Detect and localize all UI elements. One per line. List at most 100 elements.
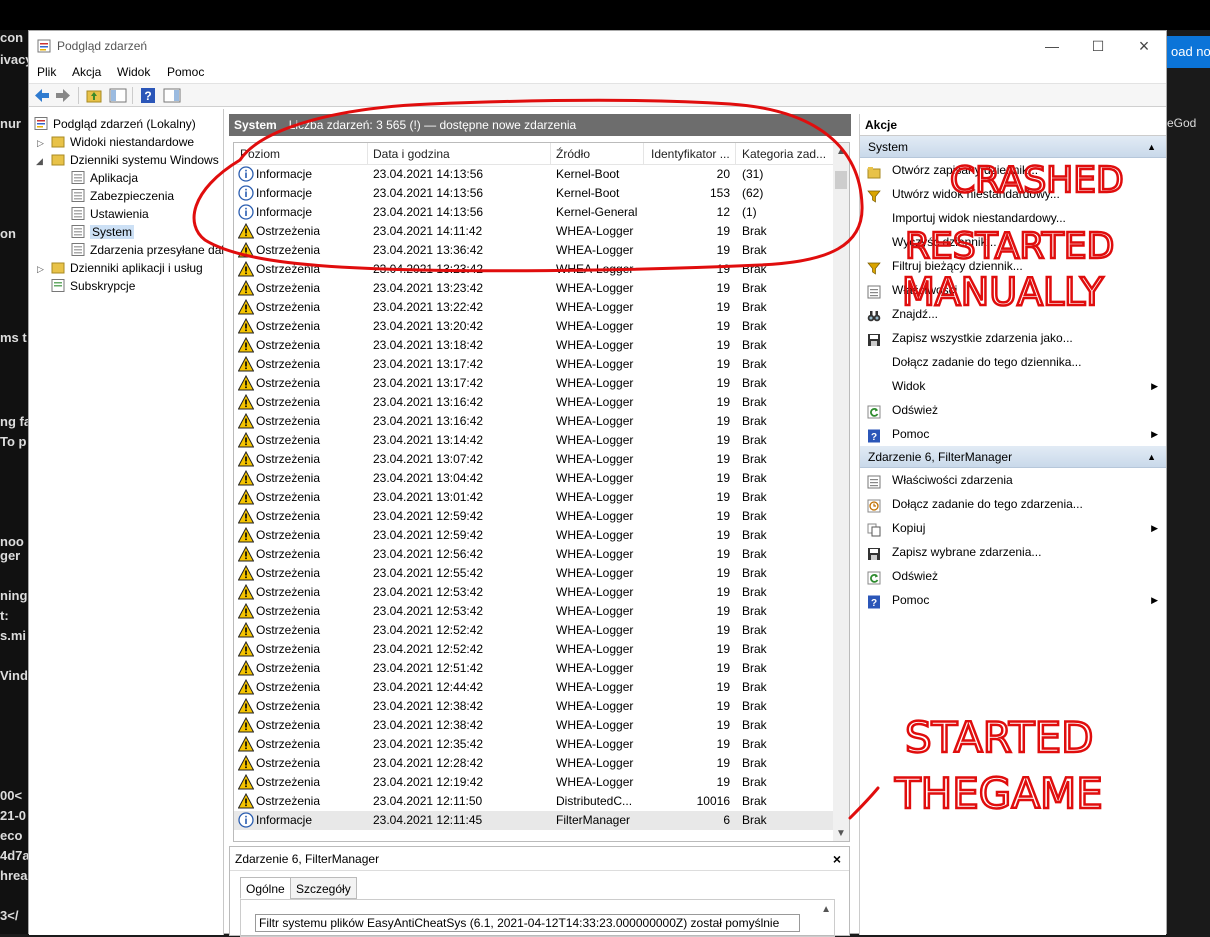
table-row[interactable]: Ostrzeżenia 23.04.2021 13:07:42 WHEA-Logge…	[234, 450, 834, 469]
menu-pomoc[interactable]: Pomoc	[167, 65, 204, 79]
action-item[interactable]: Kopiuj ▶	[860, 516, 1166, 540]
action-item[interactable]: Odśwież	[860, 564, 1166, 588]
column-source[interactable]: Źródło	[556, 147, 590, 161]
tree-log-application[interactable]: Aplikacja	[71, 169, 138, 187]
actions-section-system[interactable]: System ▲	[860, 136, 1166, 158]
tab-general[interactable]: Ogólne	[240, 877, 291, 899]
table-row[interactable]: Ostrzeżenia 23.04.2021 13:01:42 WHEA-Logge…	[234, 488, 834, 507]
action-item[interactable]: Zapisz wszystkie zdarzenia jako...	[860, 326, 1166, 350]
column-divider[interactable]	[735, 143, 736, 165]
close-icon[interactable]: ×	[833, 847, 841, 871]
event-description[interactable]: Filtr systemu plików EasyAntiCheatSys (6…	[255, 914, 800, 932]
action-item[interactable]: Właściwości zdarzenia	[860, 468, 1166, 492]
back-arrow-icon[interactable]	[33, 87, 51, 104]
collapse-arrow-icon[interactable]: ◢	[36, 156, 43, 167]
table-row[interactable]: Ostrzeżenia 23.04.2021 13:14:42 WHEA-Logge…	[234, 431, 834, 450]
table-row[interactable]: Ostrzeżenia 23.04.2021 13:23:42 WHEA-Logge…	[234, 279, 834, 298]
menu-akcja[interactable]: Akcja	[72, 65, 101, 79]
table-row[interactable]: Ostrzeżenia 23.04.2021 12:53:42 WHEA-Logge…	[234, 583, 834, 602]
table-row[interactable]: Informacje 23.04.2021 14:13:56 Kernel-Boot…	[234, 165, 834, 184]
scroll-down-icon[interactable]: ▼	[836, 828, 846, 839]
action-item[interactable]: ? Pomoc ▶	[860, 588, 1166, 612]
background-download-button[interactable]: oad no	[1167, 36, 1210, 68]
action-item[interactable]: Dołącz zadanie do tego zdarzenia...	[860, 492, 1166, 516]
action-item[interactable]: Zapisz wybrane zdarzenia...	[860, 540, 1166, 564]
tree-log-security[interactable]: Zabezpieczenia	[71, 187, 174, 205]
table-row[interactable]: Ostrzeżenia 23.04.2021 12:56:42 WHEA-Logge…	[234, 545, 834, 564]
table-row[interactable]: Informacje 23.04.2021 14:13:56 Kernel-Boot…	[234, 184, 834, 203]
table-row[interactable]: Ostrzeżenia 23.04.2021 13:18:42 WHEA-Logge…	[234, 336, 834, 355]
tree-log-system[interactable]: System	[71, 223, 135, 241]
actions-section-event[interactable]: Zdarzenie 6, FilterManager ▲	[860, 446, 1166, 468]
tree-log-setup[interactable]: Ustawienia	[71, 205, 149, 223]
action-item[interactable]: ? Pomoc ▶	[860, 422, 1166, 446]
table-row[interactable]: Ostrzeżenia 23.04.2021 12:52:42 WHEA-Logge…	[234, 621, 834, 640]
action-item[interactable]: Właściwości	[860, 278, 1166, 302]
tab-details[interactable]: Szczegóły	[290, 877, 357, 899]
table-row[interactable]: Ostrzeżenia 23.04.2021 12:59:42 WHEA-Logge…	[234, 526, 834, 545]
events-scrollbar[interactable]: ▲ ▼	[833, 143, 849, 841]
table-row[interactable]: Ostrzeżenia 23.04.2021 12:19:42 WHEA-Logge…	[234, 773, 834, 792]
table-row[interactable]: Ostrzeżenia 23.04.2021 12:53:42 WHEA-Logge…	[234, 602, 834, 621]
close-button[interactable]: ×	[1121, 31, 1167, 61]
scrollbar-thumb[interactable]	[835, 171, 847, 189]
table-row[interactable]: Ostrzeżenia 23.04.2021 13:04:42 WHEA-Logge…	[234, 469, 834, 488]
scroll-up-icon[interactable]: ▲	[836, 146, 846, 157]
help-icon[interactable]: ?	[139, 87, 157, 104]
menu-plik[interactable]: Plik	[37, 65, 56, 79]
table-row[interactable]: Ostrzeżenia 23.04.2021 13:17:42 WHEA-Logge…	[234, 355, 834, 374]
maximize-button[interactable]: ☐	[1075, 31, 1121, 61]
column-date[interactable]: Data i godzina	[373, 147, 450, 161]
action-item[interactable]: Filtruj bieżący dziennik...	[860, 254, 1166, 278]
action-item[interactable]: Wyczyść dziennik...	[860, 230, 1166, 254]
show-hide-tree-icon[interactable]	[109, 87, 127, 104]
table-row[interactable]: Ostrzeżenia 23.04.2021 13:16:42 WHEA-Logge…	[234, 412, 834, 431]
tree-root[interactable]: Podgląd zdarzeń (Lokalny)	[34, 115, 196, 133]
show-hide-actions-icon[interactable]	[163, 87, 181, 104]
table-row[interactable]: Ostrzeżenia 23.04.2021 13:23:42 WHEA-Logge…	[234, 260, 834, 279]
table-row[interactable]: Ostrzeżenia 23.04.2021 12:35:42 WHEA-Logge…	[234, 735, 834, 754]
action-item[interactable]: Widok ▶	[860, 374, 1166, 398]
tree-app-logs[interactable]: Dzienniki aplikacji i usług	[51, 259, 203, 277]
table-row[interactable]: Ostrzeżenia 23.04.2021 13:22:42 WHEA-Logge…	[234, 298, 834, 317]
action-item[interactable]: Odśwież	[860, 398, 1166, 422]
tree-windows-logs[interactable]: Dzienniki systemu Windows	[51, 151, 219, 169]
forward-arrow-icon[interactable]	[54, 87, 72, 104]
table-row[interactable]: Ostrzeżenia 23.04.2021 12:44:42 WHEA-Logge…	[234, 678, 834, 697]
action-item[interactable]: Dołącz zadanie do tego dziennika...	[860, 350, 1166, 374]
column-task-category[interactable]: Kategoria zad...	[742, 147, 826, 161]
folder-up-icon[interactable]	[85, 87, 103, 104]
expand-arrow-icon[interactable]: ▷	[37, 264, 44, 275]
column-divider[interactable]	[367, 143, 368, 165]
column-divider[interactable]	[643, 143, 644, 165]
table-row[interactable]: Ostrzeżenia 23.04.2021 12:28:42 WHEA-Logge…	[234, 754, 834, 773]
table-row[interactable]: Informacje 23.04.2021 12:11:45 FilterManag…	[234, 811, 834, 830]
column-divider[interactable]	[550, 143, 551, 165]
table-row[interactable]: Ostrzeżenia 23.04.2021 12:38:42 WHEA-Logge…	[234, 697, 834, 716]
scroll-up-icon[interactable]: ▲	[821, 904, 831, 915]
action-item[interactable]: Importuj widok niestandardowy...	[860, 206, 1166, 230]
action-item[interactable]: Otwórz zapisany dziennik...	[860, 158, 1166, 182]
table-row[interactable]: Ostrzeżenia 23.04.2021 12:59:42 WHEA-Logge…	[234, 507, 834, 526]
tree-log-forwarded[interactable]: Zdarzenia przesyłane dalej	[71, 241, 223, 259]
action-item[interactable]: Znajdź...	[860, 302, 1166, 326]
table-row[interactable]: Ostrzeżenia 23.04.2021 12:11:50 Distribute…	[234, 792, 834, 811]
table-row[interactable]: Ostrzeżenia 23.04.2021 12:38:42 WHEA-Logge…	[234, 716, 834, 735]
column-level[interactable]: Poziom	[240, 147, 280, 161]
tree-custom-views[interactable]: Widoki niestandardowe	[51, 133, 194, 151]
table-row[interactable]: Ostrzeżenia 23.04.2021 13:17:42 WHEA-Logge…	[234, 374, 834, 393]
table-row[interactable]: Ostrzeżenia 23.04.2021 12:52:42 WHEA-Logge…	[234, 640, 834, 659]
column-event-id[interactable]: Identyfikator ...	[651, 147, 730, 161]
menu-widok[interactable]: Widok	[117, 65, 150, 79]
action-item[interactable]: Utwórz widok niestandardowy...	[860, 182, 1166, 206]
minimize-button[interactable]: —	[1029, 31, 1075, 61]
table-row[interactable]: Ostrzeżenia 23.04.2021 12:51:42 WHEA-Logge…	[234, 659, 834, 678]
table-row[interactable]: Informacje 23.04.2021 14:13:56 Kernel-Gene…	[234, 203, 834, 222]
collapse-caret-icon[interactable]: ▲	[1147, 136, 1156, 158]
expand-arrow-icon[interactable]: ▷	[37, 138, 44, 149]
tree-subscriptions[interactable]: Subskrypcje	[51, 277, 135, 295]
table-row[interactable]: Ostrzeżenia 23.04.2021 12:55:42 WHEA-Logge…	[234, 564, 834, 583]
collapse-caret-icon[interactable]: ▲	[1147, 446, 1156, 468]
table-row[interactable]: Ostrzeżenia 23.04.2021 14:11:42 WHEA-Logge…	[234, 222, 834, 241]
table-row[interactable]: Ostrzeżenia 23.04.2021 13:20:42 WHEA-Logge…	[234, 317, 834, 336]
